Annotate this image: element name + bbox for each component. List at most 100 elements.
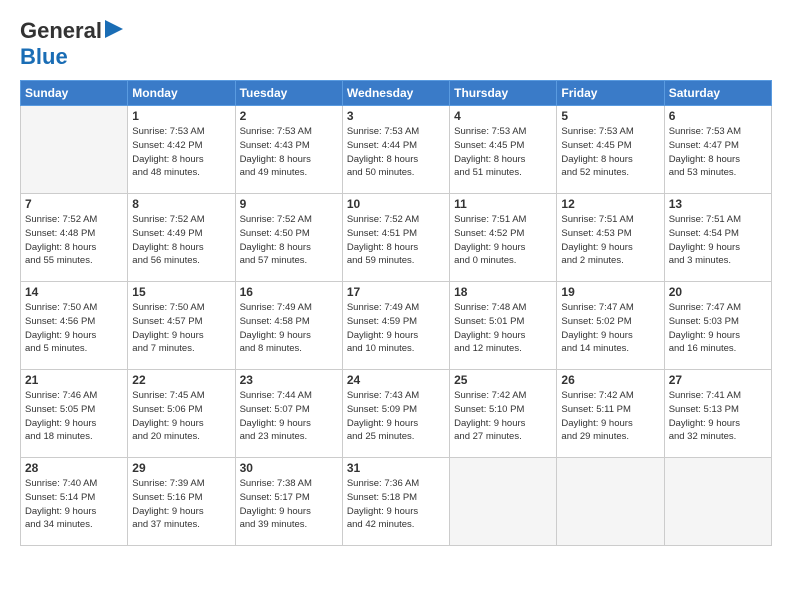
day-info-line: Sunset: 5:07 PM <box>240 404 310 415</box>
day-info-line: Sunrise: 7:36 AM <box>347 478 419 489</box>
day-number: 28 <box>25 461 123 475</box>
logo: General Blue <box>20 18 123 70</box>
day-info: Sunrise: 7:39 AMSunset: 5:16 PMDaylight:… <box>132 477 230 532</box>
weekday-header-wednesday: Wednesday <box>342 81 449 106</box>
day-number: 4 <box>454 109 552 123</box>
calendar-cell: 9Sunrise: 7:52 AMSunset: 4:50 PMDaylight… <box>235 194 342 282</box>
day-number: 3 <box>347 109 445 123</box>
day-info-line: Sunset: 5:11 PM <box>561 404 631 415</box>
day-number: 6 <box>669 109 767 123</box>
day-info-line: Sunset: 5:03 PM <box>669 316 739 327</box>
calendar-cell: 18Sunrise: 7:48 AMSunset: 5:01 PMDayligh… <box>450 282 557 370</box>
day-number: 23 <box>240 373 338 387</box>
day-info-line: and 12 minutes. <box>454 343 522 354</box>
calendar-cell: 1Sunrise: 7:53 AMSunset: 4:42 PMDaylight… <box>128 106 235 194</box>
day-info-line: Daylight: 9 hours <box>132 330 203 341</box>
week-row-3: 14Sunrise: 7:50 AMSunset: 4:56 PMDayligh… <box>21 282 772 370</box>
day-number: 17 <box>347 285 445 299</box>
weekday-header-friday: Friday <box>557 81 664 106</box>
day-info: Sunrise: 7:53 AMSunset: 4:44 PMDaylight:… <box>347 125 445 180</box>
day-number: 14 <box>25 285 123 299</box>
day-info-line: Sunset: 5:18 PM <box>347 492 417 503</box>
weekday-header-tuesday: Tuesday <box>235 81 342 106</box>
day-info-line: Sunset: 4:49 PM <box>132 228 202 239</box>
calendar-cell: 13Sunrise: 7:51 AMSunset: 4:54 PMDayligh… <box>664 194 771 282</box>
day-info-line: Sunrise: 7:42 AM <box>454 390 526 401</box>
day-info-line: Sunrise: 7:53 AM <box>240 126 312 137</box>
day-info-line: Daylight: 9 hours <box>347 418 418 429</box>
day-info-line: Daylight: 8 hours <box>669 154 740 165</box>
day-info-line: Sunrise: 7:42 AM <box>561 390 633 401</box>
day-info-line: Daylight: 9 hours <box>669 330 740 341</box>
week-row-1: 1 Sunrise: 7:53 AM Sunset: 4:42 PM Daylight… <box>21 106 772 194</box>
logo-general: General <box>20 18 102 44</box>
day-info: Sunrise: 7:49 AMSunset: 4:59 PMDaylight:… <box>347 301 445 356</box>
day-info-line: Sunset: 4:59 PM <box>347 316 417 327</box>
day-info-line: Sunrise: 7:47 AM <box>561 302 633 313</box>
day-info-line: Sunrise: 7:52 AM <box>25 214 97 225</box>
calendar-cell: 17 Sunrise: 7:49 AMSunset: 4:59 PMDayligh… <box>342 282 449 370</box>
day-number: 16 <box>240 285 338 299</box>
day-info-line: Sunset: 5:10 PM <box>454 404 524 415</box>
calendar-cell <box>450 458 557 546</box>
day-info-line: Daylight: 9 hours <box>25 418 96 429</box>
day-info-line: Daylight: 9 hours <box>240 506 311 517</box>
calendar-cell: 14Sunrise: 7:50 AMSunset: 4:56 PMDayligh… <box>21 282 128 370</box>
day-info-line: Sunset: 4:50 PM <box>240 228 310 239</box>
day-number: 19 <box>561 285 659 299</box>
day-info-line: Sunset: 4:47 PM <box>669 140 739 151</box>
day-info: Sunrise: 7:51 AMSunset: 4:52 PMDaylight:… <box>454 213 552 268</box>
calendar-cell: 4Sunrise: 7:53 AMSunset: 4:45 PMDaylight… <box>450 106 557 194</box>
day-info-line: and 23 minutes. <box>240 431 308 442</box>
day-info-line: Sunrise: 7:53 AM <box>132 126 204 137</box>
day-number: 31 <box>347 461 445 475</box>
day-info: Sunrise: 7:43 AMSunset: 5:09 PMDaylight:… <box>347 389 445 444</box>
week-row-2: 7Sunrise: 7:52 AMSunset: 4:48 PMDaylight… <box>21 194 772 282</box>
day-number: 1 <box>132 109 230 123</box>
day-info: Sunrise: 7:48 AMSunset: 5:01 PMDaylight:… <box>454 301 552 356</box>
day-number: 21 <box>25 373 123 387</box>
day-info-line: and 57 minutes. <box>240 255 308 266</box>
day-info-line: Sunrise: 7:47 AM <box>669 302 741 313</box>
day-info-line: Daylight: 9 hours <box>669 242 740 253</box>
calendar-cell: 28Sunrise: 7:40 AMSunset: 5:14 PMDayligh… <box>21 458 128 546</box>
weekday-header-monday: Monday <box>128 81 235 106</box>
day-info-line: and 56 minutes. <box>132 255 200 266</box>
calendar-cell: 20Sunrise: 7:47 AMSunset: 5:03 PMDayligh… <box>664 282 771 370</box>
day-info-line: Sunrise: 7:39 AM <box>132 478 204 489</box>
day-info-line: Sunset: 4:43 PM <box>240 140 310 151</box>
day-info-line: Sunrise: 7:45 AM <box>132 390 204 401</box>
day-number: 11 <box>454 197 552 211</box>
day-info-line: Sunrise: 7:51 AM <box>561 214 633 225</box>
logo-blue: Blue <box>20 44 68 69</box>
day-info-line: Daylight: 9 hours <box>454 242 525 253</box>
day-info-line: and 52 minutes. <box>561 167 629 178</box>
day-info-line: and 7 minutes. <box>132 343 194 354</box>
day-info: Sunrise: 7:52 AMSunset: 4:50 PMDaylight:… <box>240 213 338 268</box>
day-info-line: Daylight: 9 hours <box>561 330 632 341</box>
day-info-line: Sunrise: 7:46 AM <box>25 390 97 401</box>
calendar-cell: 24 Sunrise: 7:43 AMSunset: 5:09 PMDayligh… <box>342 370 449 458</box>
day-info-line: Sunset: 4:57 PM <box>132 316 202 327</box>
day-info-line: Daylight: 9 hours <box>132 506 203 517</box>
day-info: Sunrise: 7:53 AMSunset: 4:42 PMDaylight:… <box>132 125 230 180</box>
day-number: 25 <box>454 373 552 387</box>
day-info-line: Sunrise: 7:52 AM <box>132 214 204 225</box>
day-info-line: Daylight: 8 hours <box>25 242 96 253</box>
calendar-cell: 16Sunrise: 7:49 AMSunset: 4:58 PMDayligh… <box>235 282 342 370</box>
day-number: 24 <box>347 373 445 387</box>
day-info-line: Sunrise: 7:53 AM <box>454 126 526 137</box>
day-info-line: and 10 minutes. <box>347 343 415 354</box>
day-info-line: Sunset: 5:13 PM <box>669 404 739 415</box>
day-info-line: Sunset: 4:53 PM <box>561 228 631 239</box>
day-info: Sunrise: 7:52 AMSunset: 4:51 PMDaylight:… <box>347 213 445 268</box>
weekday-header-saturday: Saturday <box>664 81 771 106</box>
day-info-line: Daylight: 9 hours <box>347 330 418 341</box>
day-number: 2 <box>240 109 338 123</box>
calendar-cell: 5Sunrise: 7:53 AMSunset: 4:45 PMDaylight… <box>557 106 664 194</box>
day-info-line: Sunset: 4:42 PM <box>132 140 202 151</box>
day-info-line: Daylight: 8 hours <box>240 242 311 253</box>
day-info-line: Sunset: 5:14 PM <box>25 492 95 503</box>
day-info-line: and 20 minutes. <box>132 431 200 442</box>
day-info-line: Sunrise: 7:49 AM <box>240 302 312 313</box>
